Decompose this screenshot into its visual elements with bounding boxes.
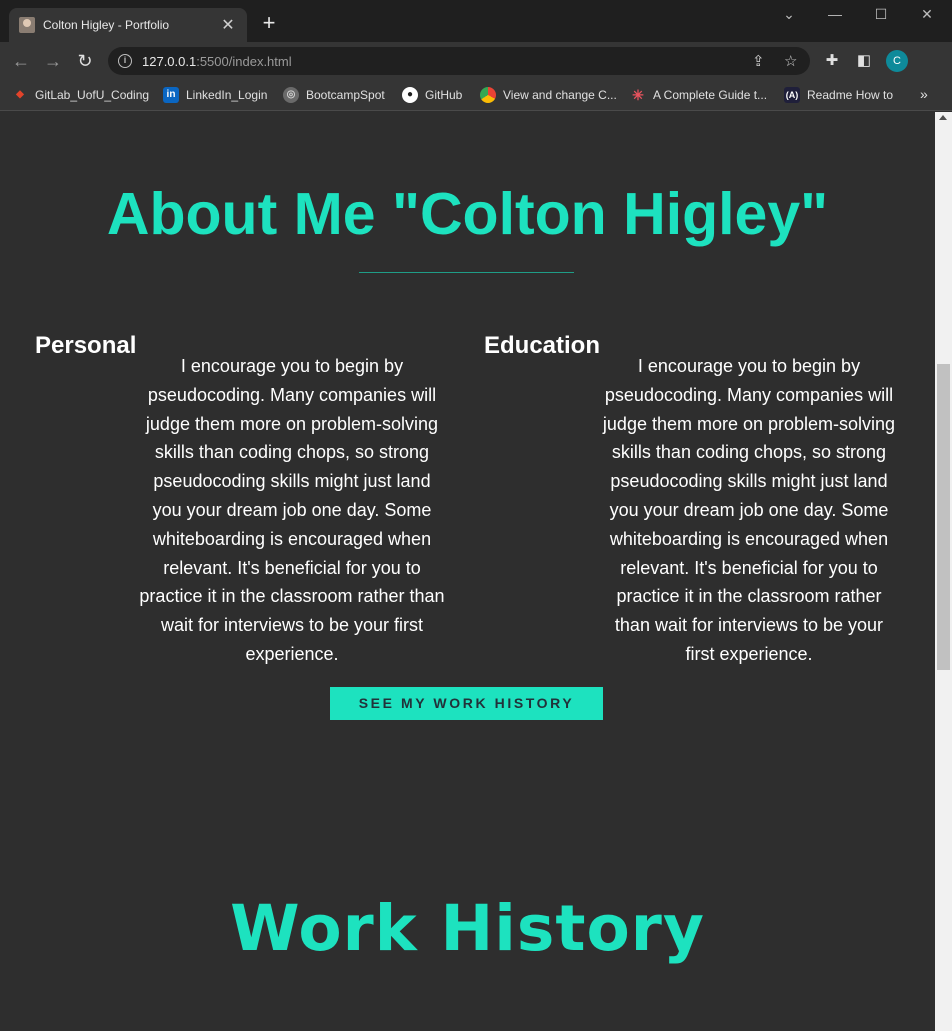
page-viewport: About Me "Colton Higley" Personal I enco… <box>0 112 935 1031</box>
about-me-title: About Me "Colton Higley" <box>106 181 829 247</box>
bookmark-gitlab[interactable]: ◆ GitLab_UofU_Coding <box>12 85 149 105</box>
bookmark-linkedin[interactable]: in LinkedIn_Login <box>163 85 267 105</box>
side-panel-icon[interactable]: ◧ <box>854 51 874 69</box>
bookmark-label: Readme How to <box>807 88 894 102</box>
work-history-title: Work History <box>230 892 705 965</box>
personal-heading: Personal <box>35 332 137 359</box>
bookmark-label: BootcampSpot <box>306 88 385 102</box>
close-tab-icon[interactable]: ✕ <box>219 15 237 35</box>
bookmark-label: View and change C... <box>503 88 617 102</box>
education-text: I encourage you to begin by pseudocoding… <box>602 356 896 664</box>
linkedin-icon: in <box>163 87 179 103</box>
minimize-button[interactable]: — <box>812 6 858 22</box>
education-heading: Education <box>484 332 601 359</box>
personal-text: I encourage you to begin by pseudocoding… <box>139 356 445 664</box>
address-bar[interactable]: i 127.0.0.1 :5500/index.html ⇪ ☆ <box>108 47 810 75</box>
bookmark-label: A Complete Guide t... <box>653 88 768 102</box>
bookmark-star-icon[interactable]: ☆ <box>784 52 797 70</box>
share-icon[interactable]: ⇪ <box>752 52 765 70</box>
bookmark-label: GitLab_UofU_Coding <box>35 88 150 102</box>
globe-icon: ◎ <box>283 87 299 103</box>
see-work-history-button[interactable]: SEE MY WORK HISTORY <box>330 687 603 720</box>
url-host: 127.0.0.1 <box>142 53 197 69</box>
bookmarks-overflow-icon[interactable]: » <box>920 86 928 102</box>
bookmarks-bar: ◆ GitLab_UofU_Coding in LinkedIn_Login ◎… <box>0 80 952 111</box>
tab-title: Colton Higley - Portfolio <box>43 18 170 32</box>
browser-titlebar: Colton Higley - Portfolio ✕ + ⌄ — ☐ ✕ <box>0 0 952 42</box>
asterisk-icon: ✳ <box>632 87 644 103</box>
readme-icon: (A) <box>784 87 800 103</box>
close-window-button[interactable]: ✕ <box>904 6 950 23</box>
gitlab-icon: ◆ <box>16 89 24 100</box>
scroll-up-arrow-icon[interactable] <box>939 115 947 120</box>
back-arrow-icon[interactable]: ← <box>10 50 32 72</box>
bookmark-complete-guide[interactable]: ✳ A Complete Guide t... <box>630 85 767 105</box>
forward-arrow-icon[interactable]: → <box>42 50 64 72</box>
page-scrollbar[interactable] <box>935 112 952 1031</box>
tab-search-icon[interactable]: ⌄ <box>766 6 812 23</box>
new-tab-button[interactable]: + <box>258 12 280 34</box>
github-icon: ● <box>402 87 418 103</box>
url-path: :5500/index.html <box>196 53 292 69</box>
chrome-icon <box>480 87 496 103</box>
bookmark-github[interactable]: ● GitHub <box>402 85 462 105</box>
bookmark-readme[interactable]: (A) Readme How to <box>784 85 893 105</box>
bookmark-label: GitHub <box>425 88 463 102</box>
profile-photo-favicon-icon <box>19 17 35 33</box>
scrollbar-thumb[interactable] <box>937 364 950 670</box>
browser-tab[interactable]: Colton Higley - Portfolio ✕ <box>9 8 247 42</box>
maximize-button[interactable]: ☐ <box>858 6 904 23</box>
reload-icon[interactable]: ↻ <box>74 50 96 72</box>
bookmark-label: LinkedIn_Login <box>186 88 268 102</box>
extensions-puzzle-icon[interactable]: ✚ <box>822 51 842 69</box>
bookmark-bootcampspot[interactable]: ◎ BootcampSpot <box>283 85 385 105</box>
profile-avatar[interactable]: C <box>886 50 908 72</box>
bookmark-view-change[interactable]: View and change C... <box>480 85 617 105</box>
site-info-icon[interactable]: i <box>118 54 132 68</box>
title-divider <box>359 272 574 273</box>
browser-toolbar: ← → ↻ i 127.0.0.1 :5500/index.html ⇪ ☆ ✚… <box>0 42 952 80</box>
